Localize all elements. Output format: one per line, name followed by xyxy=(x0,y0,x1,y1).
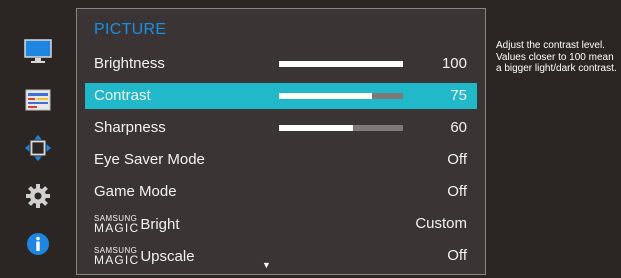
row-value: Off xyxy=(447,247,467,264)
contrast-slider[interactable] xyxy=(279,93,403,99)
menu-row-game-mode[interactable]: Game Mode Off xyxy=(85,179,477,205)
category-sidebar xyxy=(0,10,75,270)
menu-row-magic-upscale[interactable]: SAMSUNG MAGIC Upscale Off xyxy=(85,243,477,269)
scroll-down-icon[interactable]: ▼ xyxy=(262,260,271,270)
menu-row-contrast[interactable]: Contrast 75 xyxy=(85,83,477,109)
row-value: 60 xyxy=(450,119,467,136)
menu-row-magic-bright[interactable]: SAMSUNG MAGIC Bright Custom xyxy=(85,211,477,237)
picture-menu-panel: PICTURE Brightness 100 Contrast 75 Sharp… xyxy=(76,8,486,275)
row-label: Game Mode xyxy=(94,183,177,200)
help-description: Adjust the contrast level. Values closer… xyxy=(496,40,617,74)
menu-title: PICTURE xyxy=(94,21,167,38)
row-value: 100 xyxy=(441,55,467,72)
row-label: Eye Saver Mode xyxy=(94,151,205,168)
samsung-magic-logo: SAMSUNG MAGIC xyxy=(94,214,140,235)
slider-fill xyxy=(279,61,403,67)
sharpness-slider[interactable] xyxy=(279,125,403,131)
row-label: Sharpness xyxy=(94,119,166,136)
row-value: Off xyxy=(447,183,467,200)
row-value: Custom xyxy=(415,215,467,232)
slider-fill xyxy=(279,93,372,99)
samsung-magic-logo: SAMSUNG MAGIC xyxy=(94,246,140,267)
info-icon[interactable] xyxy=(24,230,52,258)
slider-fill xyxy=(279,125,354,131)
brightness-slider[interactable] xyxy=(279,61,403,67)
row-label: SAMSUNG MAGIC Bright xyxy=(94,214,180,235)
row-label: Contrast xyxy=(94,87,151,104)
row-label: Brightness xyxy=(94,55,165,72)
row-value: 75 xyxy=(450,87,467,104)
row-value: Off xyxy=(447,151,467,168)
monitor-icon[interactable] xyxy=(24,38,52,66)
menu-row-brightness[interactable]: Brightness 100 xyxy=(85,51,477,77)
osd-menu: PICTURE Brightness 100 Contrast 75 Sharp… xyxy=(0,0,621,278)
menu-row-sharpness[interactable]: Sharpness 60 xyxy=(85,115,477,141)
color-bars-icon[interactable] xyxy=(24,86,52,114)
menu-row-eye-saver-mode[interactable]: Eye Saver Mode Off xyxy=(85,147,477,173)
gear-icon[interactable] xyxy=(24,182,52,210)
row-label: SAMSUNG MAGIC Upscale xyxy=(94,246,195,267)
resize-arrows-icon[interactable] xyxy=(24,134,52,162)
